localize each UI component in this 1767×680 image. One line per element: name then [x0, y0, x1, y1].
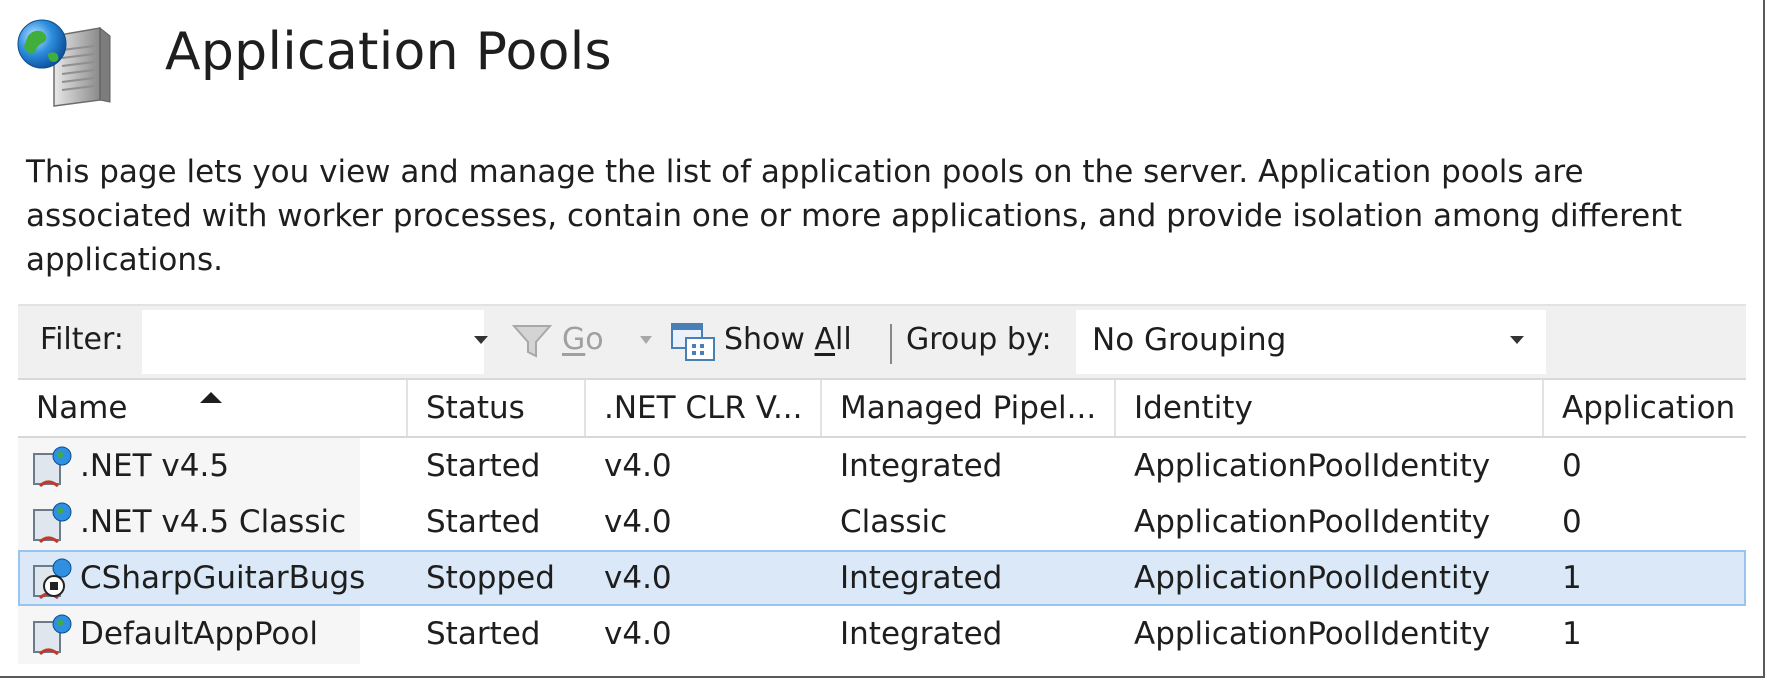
go-button[interactable]: Go — [562, 322, 604, 357]
cell-status: Started — [426, 504, 541, 540]
show-all-label-pre: Show — [724, 322, 815, 357]
server-globe-icon — [17, 19, 111, 107]
column-header-clr-version[interactable]: .NET CLR V... — [586, 380, 822, 436]
column-header-name[interactable]: Name — [18, 380, 408, 436]
cell-status: Stopped — [426, 560, 555, 596]
cell-name: .NET v4.5 Classic — [80, 504, 347, 540]
cell-identity: ApplicationPoolIdentity — [1134, 448, 1491, 484]
column-header-applications-label: Application — [1562, 390, 1736, 426]
cell-clr: v4.0 — [604, 616, 672, 652]
cell-pipeline: Integrated — [840, 616, 1003, 652]
toolbar-separator — [890, 324, 892, 364]
filter-dropdown-arrow-icon[interactable] — [474, 336, 488, 344]
group-by-label: Group by: — [906, 322, 1052, 357]
cell-identity: ApplicationPoolIdentity — [1134, 504, 1491, 540]
cell-applications: 1 — [1562, 560, 1582, 596]
column-header-clr-label: .NET CLR V... — [604, 390, 803, 426]
cell-pipeline: Integrated — [840, 448, 1003, 484]
cell-status: Started — [426, 448, 541, 484]
cell-applications: 0 — [1562, 504, 1582, 540]
page-description: This page lets you view and manage the l… — [26, 154, 1683, 278]
grid-header: Name Status .NET CLR V... Managed Pipel.… — [18, 380, 1746, 438]
cell-status: Started — [426, 616, 541, 652]
go-label-mnemonic: G — [562, 322, 586, 357]
cell-name: .NET v4.5 — [80, 448, 230, 484]
cell-identity: ApplicationPoolIdentity — [1134, 616, 1491, 652]
cell-name: DefaultAppPool — [80, 616, 318, 652]
sort-ascending-icon — [200, 392, 222, 403]
go-dropdown-arrow-icon[interactable] — [640, 336, 652, 344]
show-all-button[interactable]: Show All — [724, 322, 852, 357]
column-header-pipeline[interactable]: Managed Pipel... — [822, 380, 1116, 436]
cell-clr: v4.0 — [604, 560, 672, 596]
cell-name: CSharpGuitarBugs — [80, 560, 366, 596]
show-all-label-rest: ll — [835, 322, 852, 357]
show-all-label-mnemonic: A — [814, 322, 836, 357]
cell-clr: v4.0 — [604, 504, 672, 540]
column-header-status-label: Status — [426, 390, 525, 426]
group-by-select[interactable]: No Grouping — [1076, 310, 1546, 374]
cell-clr: v4.0 — [604, 448, 672, 484]
funnel-icon — [512, 325, 552, 358]
table-row[interactable]: DefaultAppPool Started v4.0 Integrated A… — [18, 606, 1746, 662]
cell-pipeline: Classic — [840, 504, 948, 540]
column-header-identity-label: Identity — [1134, 390, 1253, 426]
column-header-identity[interactable]: Identity — [1116, 380, 1544, 436]
column-header-status[interactable]: Status — [408, 380, 586, 436]
filter-toolbar: Filter: Go Show All Group by: No Groupin… — [18, 304, 1746, 378]
table-row-selected[interactable]: CSharpGuitarBugs Stopped v4.0 Integrated… — [18, 550, 1746, 606]
cell-identity: ApplicationPoolIdentity — [1134, 560, 1491, 596]
application-pools-grid: Name Status .NET CLR V... Managed Pipel.… — [18, 378, 1746, 664]
cell-applications: 0 — [1562, 448, 1582, 484]
group-by-dropdown-arrow-icon[interactable] — [1510, 336, 1524, 344]
go-label-rest: o — [585, 322, 604, 357]
column-header-pipeline-label: Managed Pipel... — [840, 390, 1097, 426]
filter-input[interactable] — [142, 310, 484, 374]
group-by-value: No Grouping — [1092, 322, 1287, 358]
column-header-name-label: Name — [36, 390, 128, 426]
show-all-icon — [671, 323, 715, 361]
column-header-applications[interactable]: Application — [1544, 380, 1746, 436]
table-row[interactable]: .NET v4.5 Classic Started v4.0 Classic A… — [18, 494, 1746, 550]
cell-pipeline: Integrated — [840, 560, 1003, 596]
page-title: Application Pools — [165, 22, 612, 82]
cell-applications: 1 — [1562, 616, 1582, 652]
filter-label: Filter: — [40, 322, 124, 357]
table-row[interactable]: .NET v4.5 Started v4.0 Integrated Applic… — [18, 438, 1746, 494]
